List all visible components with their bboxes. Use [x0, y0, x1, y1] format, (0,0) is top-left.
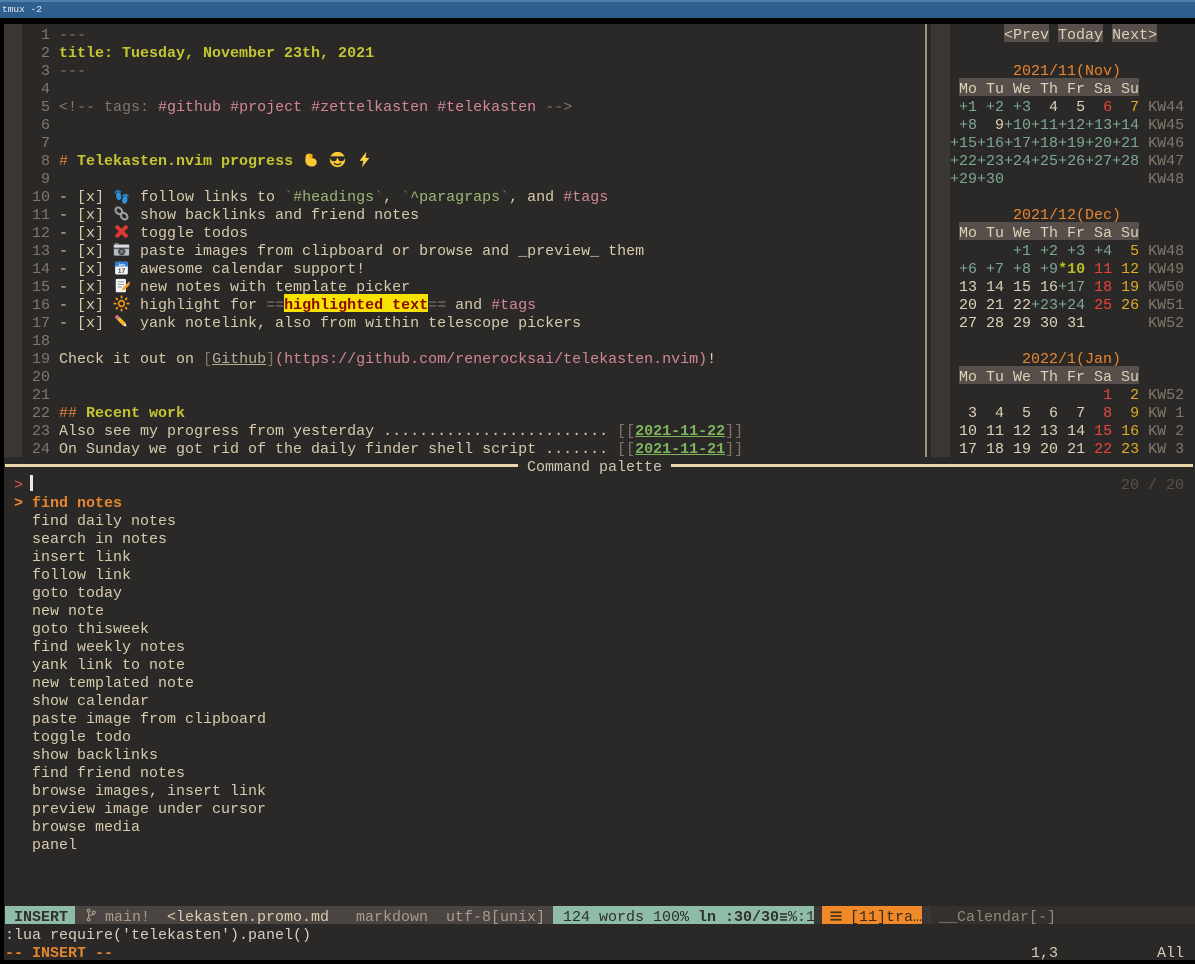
svg-text:17: 17 — [118, 268, 126, 275]
svg-text:July: July — [118, 263, 125, 267]
